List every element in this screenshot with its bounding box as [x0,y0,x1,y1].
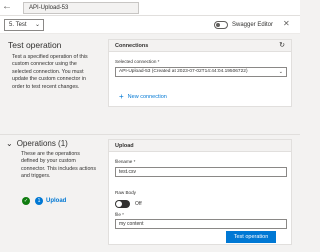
toggle-knob [116,201,122,207]
raw-body-toggle[interactable] [115,200,130,208]
connections-title: Connections [115,43,149,49]
swagger-editor-toggle[interactable] [214,21,228,29]
operations-title[interactable]: ⌄ Operations (1) [6,139,68,149]
operations-title-text: Operations (1) [16,139,68,148]
operation-index-badge: 1 [35,197,43,205]
new-connection-label: New connection [127,94,167,100]
connector-name-field[interactable]: API-Upload-53 [23,2,139,14]
toggle-knob [216,23,220,27]
operation-label: Upload [46,198,67,204]
upload-card: Upload filename * test.csv Raw Body Off … [108,139,292,245]
operations-description: These are the operations defined by your… [21,151,96,180]
selected-connection-select[interactable]: API-Upload-53 (Created at 2023-07-02T14:… [115,67,287,77]
test-operation-title: Test operation [8,40,62,50]
custom-connector-page: ← API-Upload-53 5. Test ⌄ Swagger Editor… [0,0,300,252]
success-check-icon: ✓ [22,197,30,205]
close-icon[interactable]: ✕ [283,19,290,29]
chevron-down-icon: ⌄ [34,22,40,28]
file-label: file * [115,212,124,217]
chevron-down-icon: ⌄ [278,69,283,75]
operation-item-upload[interactable]: ✓ 1 Upload [22,196,66,206]
refresh-icon[interactable]: ↻ [279,42,285,50]
connections-card-header: Connections ↻ [109,40,291,52]
selected-connection-label: Selected connection * [115,59,160,64]
connections-card: Connections ↻ Selected connection * API-… [108,39,292,107]
selected-connection-value: API-Upload-53 (Created at 2023-07-02T14:… [119,69,248,74]
plus-icon: + [119,92,124,101]
raw-body-state: Off [135,201,142,207]
upload-card-header: Upload [109,140,291,152]
new-connection-link[interactable]: + New connection [119,93,167,101]
test-operation-button[interactable]: Test operation [226,231,276,243]
step-select[interactable]: 5. Test ⌄ [4,19,44,31]
test-operation-description: Test a specified operation of this custo… [12,54,88,90]
chevron-down-icon: ⌄ [6,139,13,148]
filename-label: filename * [115,159,136,164]
section-divider [0,134,300,135]
swagger-editor-label: Swagger Editor [232,22,274,28]
file-input[interactable]: my content [115,219,287,229]
upload-title: Upload [115,143,134,149]
command-bar: 5. Test ⌄ Swagger Editor ✕ [0,16,300,34]
top-bar: ← API-Upload-53 [0,0,300,16]
filename-input[interactable]: test.csv [115,167,287,177]
step-select-value: 5. Test [9,22,27,28]
raw-body-label: Raw Body [115,190,136,195]
back-arrow-icon[interactable]: ← [2,1,12,13]
